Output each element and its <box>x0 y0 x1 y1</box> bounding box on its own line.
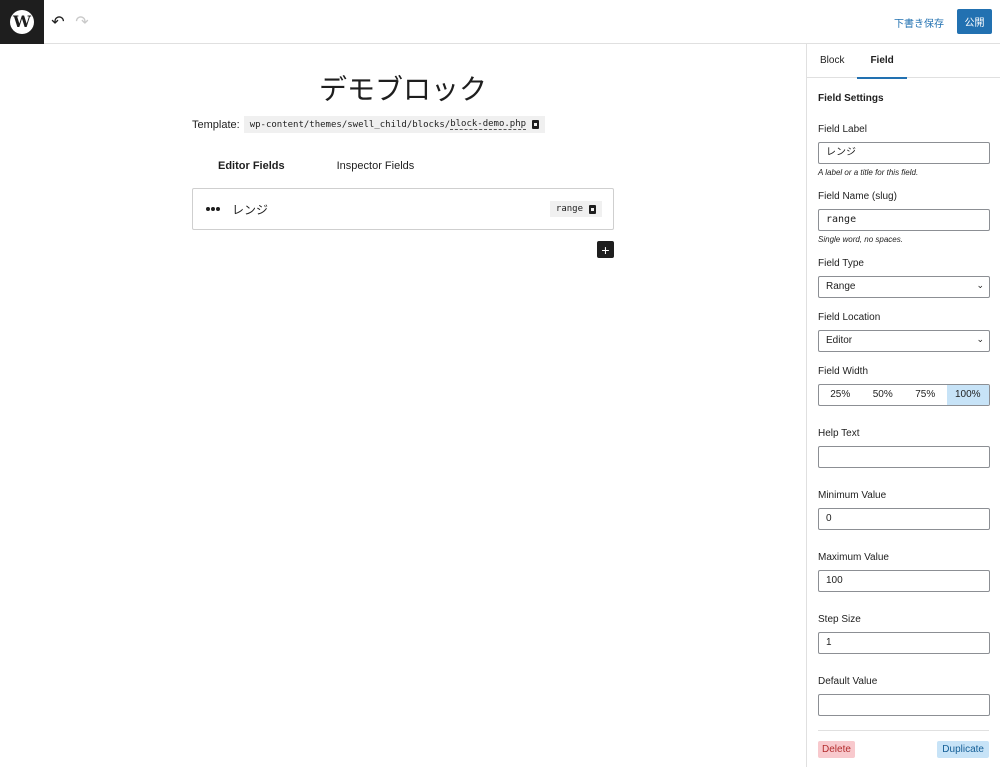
field-location-group: Field Location Editor ⌄ <box>818 312 990 352</box>
template-path: wp-content/themes/swell_child/blocks/blo… <box>243 116 546 133</box>
help-text-label: Help Text <box>818 428 860 439</box>
save-draft-button[interactable]: 下書き保存 <box>894 15 944 30</box>
help-text-input[interactable] <box>818 446 990 468</box>
redo-icon[interactable]: ↷ <box>72 12 92 32</box>
field-actions: Delete Duplicate <box>818 730 989 758</box>
minimum-value-input[interactable]: 0 <box>818 508 990 530</box>
sidebar-tabs: Block Field <box>807 44 1000 79</box>
delete-field-button[interactable]: Delete <box>818 741 855 758</box>
tab-field[interactable]: Field <box>857 44 908 79</box>
wordpress-logo-icon: W <box>10 10 34 34</box>
step-size-label: Step Size <box>818 614 861 625</box>
copy-icon[interactable] <box>589 204 596 214</box>
field-type-label: Field Type <box>818 258 864 269</box>
add-field-button[interactable]: + <box>597 241 614 258</box>
maximum-value-label: Maximum Value <box>818 552 889 563</box>
minimum-value-group: Minimum Value 0 <box>818 490 990 530</box>
editor-topbar: W ↶ ↷ 下書き保存 公開 <box>0 0 1000 44</box>
width-option-100[interactable]: 100% <box>946 385 989 405</box>
field-settings-panel: Field Settings Field Label レンジ A label o… <box>807 78 1000 716</box>
width-option-75[interactable]: 75% <box>904 385 947 405</box>
default-value-label: Default Value <box>818 676 878 687</box>
field-label-group: Field Label レンジ A label or a title for t… <box>818 124 990 177</box>
field-width-label: Field Width <box>818 366 869 377</box>
width-option-25[interactable]: 25% <box>819 385 862 405</box>
chevron-down-icon: ⌄ <box>976 334 984 344</box>
field-label-input[interactable]: レンジ <box>818 142 990 164</box>
tab-editor-fields[interactable]: Editor Fields <box>192 152 311 182</box>
copy-icon[interactable] <box>532 120 540 129</box>
field-row[interactable]: レンジ range <box>192 188 614 230</box>
minimum-value-label: Minimum Value <box>818 490 887 501</box>
field-location-select[interactable]: Editor ⌄ <box>818 330 990 352</box>
tab-inspector-fields[interactable]: Inspector Fields <box>311 152 441 182</box>
template-path-file[interactable]: block-demo.php <box>450 119 527 130</box>
field-width-group: Field Width 25% 50% 75% 100% <box>818 366 990 406</box>
template-info: Template: wp-content/themes/swell_child/… <box>192 116 546 133</box>
field-name-label: Field Name (slug) <box>818 191 897 202</box>
field-slug-text: range <box>555 204 583 214</box>
field-label-label: Field Label <box>818 124 867 135</box>
undo-icon[interactable]: ↶ <box>48 12 68 32</box>
default-value-input[interactable] <box>818 694 990 716</box>
field-settings-heading: Field Settings <box>818 93 884 104</box>
publish-button[interactable]: 公開 <box>957 9 992 34</box>
field-type-value: Range <box>818 276 990 298</box>
field-name-input[interactable]: range <box>818 209 990 231</box>
editor-canvas: デモブロック Template: wp-content/themes/swell… <box>0 44 806 767</box>
template-label: Template: <box>192 118 240 131</box>
field-slug-badge[interactable]: range <box>549 201 602 217</box>
width-option-50[interactable]: 50% <box>862 385 905 405</box>
field-location-value: Editor <box>818 330 990 352</box>
field-name-group: Field Name (slug) range Single word, no … <box>818 191 990 244</box>
field-type-group: Field Type Range ⌄ <box>818 258 990 298</box>
plus-icon: + <box>601 241 610 258</box>
template-path-prefix: wp-content/themes/swell_child/blocks/ <box>249 119 451 130</box>
step-size-group: Step Size 1 <box>818 614 990 654</box>
field-location-label: Field Location <box>818 312 881 323</box>
step-size-input[interactable]: 1 <box>818 632 990 654</box>
chevron-down-icon: ⌄ <box>976 280 984 290</box>
field-type-select[interactable]: Range ⌄ <box>818 276 990 298</box>
field-row-label: レンジ <box>232 202 269 217</box>
range-dots-icon <box>206 205 220 213</box>
maximum-value-group: Maximum Value 100 <box>818 552 990 592</box>
maximum-value-input[interactable]: 100 <box>818 570 990 592</box>
field-width-segmented: 25% 50% 75% 100% <box>818 384 990 406</box>
settings-sidebar: Block Field Field Settings Field Label レ… <box>806 44 1000 767</box>
block-title[interactable]: デモブロック <box>0 68 806 108</box>
wordpress-logo-button[interactable]: W <box>0 0 44 44</box>
tab-block[interactable]: Block <box>807 44 857 78</box>
help-text-group: Help Text <box>818 428 990 468</box>
field-tabs: Editor Fields Inspector Fields <box>192 152 614 182</box>
field-name-help: Single word, no spaces. <box>818 235 903 244</box>
field-label-help: A label or a title for this field. <box>818 168 919 177</box>
default-value-group: Default Value <box>818 676 990 716</box>
duplicate-field-button[interactable]: Duplicate <box>937 741 989 758</box>
